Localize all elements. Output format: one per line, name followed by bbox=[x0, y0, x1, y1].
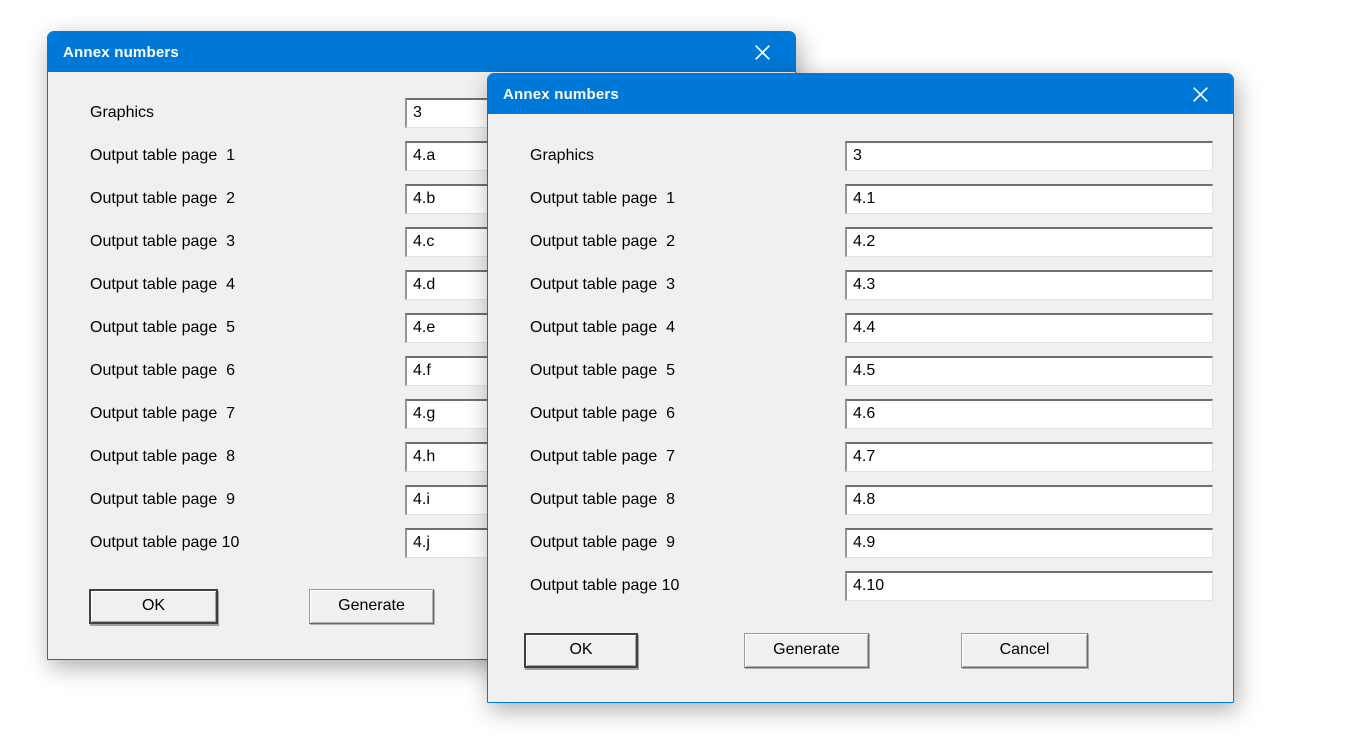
output-table-page-7-input[interactable] bbox=[845, 442, 1213, 472]
field-label: Output table page 1 bbox=[90, 147, 405, 165]
output-table-page-10-input[interactable] bbox=[845, 571, 1213, 601]
form-row: Output table page 6 bbox=[530, 399, 1233, 429]
form-row: Output table page 2 bbox=[530, 227, 1233, 257]
field-label: Output table page 9 bbox=[530, 534, 845, 552]
field-label: Output table page 6 bbox=[90, 362, 405, 380]
field-label: Output table page 2 bbox=[530, 233, 845, 251]
form-row: Output table page 8 bbox=[530, 485, 1233, 515]
close-icon bbox=[1192, 86, 1209, 103]
dialog-annex-numbers-front: Annex numbers Graphics Output table page… bbox=[487, 73, 1234, 703]
title-bar[interactable]: Annex numbers bbox=[48, 32, 795, 72]
output-table-page-1-input[interactable] bbox=[845, 184, 1213, 214]
field-label: Output table page 7 bbox=[530, 448, 845, 466]
field-label: Output table page 3 bbox=[90, 233, 405, 251]
field-label: Graphics bbox=[530, 147, 845, 165]
close-button[interactable] bbox=[745, 32, 779, 72]
ok-button[interactable]: OK bbox=[89, 589, 218, 624]
form-row: Output table page 10 bbox=[530, 571, 1233, 601]
output-table-page-2-input[interactable] bbox=[845, 227, 1213, 257]
ok-button[interactable]: OK bbox=[524, 633, 638, 668]
field-label: Output table page 10 bbox=[90, 534, 405, 552]
field-label: Output table page 7 bbox=[90, 405, 405, 423]
generate-button[interactable]: Generate bbox=[309, 589, 434, 624]
field-label: Output table page 5 bbox=[90, 319, 405, 337]
field-label: Output table page 4 bbox=[90, 276, 405, 294]
field-label: Output table page 10 bbox=[530, 577, 845, 595]
output-table-page-6-input[interactable] bbox=[845, 399, 1213, 429]
form-row: Output table page 7 bbox=[530, 442, 1233, 472]
field-label: Output table page 5 bbox=[530, 362, 845, 380]
output-table-page-9-input[interactable] bbox=[845, 528, 1213, 558]
output-table-page-4-input[interactable] bbox=[845, 313, 1213, 343]
dialog-body: Graphics Output table page 1 Output tabl… bbox=[488, 114, 1233, 668]
form-row: Graphics bbox=[530, 141, 1233, 171]
field-label: Output table page 8 bbox=[90, 448, 405, 466]
close-icon bbox=[754, 44, 771, 61]
form-row: Output table page 9 bbox=[530, 528, 1233, 558]
generate-button[interactable]: Generate bbox=[744, 633, 869, 668]
dialog-title: Annex numbers bbox=[48, 44, 179, 61]
cancel-button[interactable]: Cancel bbox=[961, 633, 1088, 668]
form-row: Output table page 4 bbox=[530, 313, 1233, 343]
form-row: Output table page 5 bbox=[530, 356, 1233, 386]
field-label: Output table page 4 bbox=[530, 319, 845, 337]
field-label: Output table page 3 bbox=[530, 276, 845, 294]
output-table-page-8-input[interactable] bbox=[845, 485, 1213, 515]
dialog-title: Annex numbers bbox=[488, 86, 619, 103]
field-label: Output table page 8 bbox=[530, 491, 845, 509]
graphics-input[interactable] bbox=[845, 141, 1213, 171]
button-row: OK Generate Cancel bbox=[488, 633, 1233, 668]
form-row: Output table page 1 bbox=[530, 184, 1233, 214]
title-bar[interactable]: Annex numbers bbox=[488, 74, 1233, 114]
field-label: Output table page 1 bbox=[530, 190, 845, 208]
output-table-page-3-input[interactable] bbox=[845, 270, 1213, 300]
close-button[interactable] bbox=[1183, 74, 1217, 114]
form-row: Output table page 3 bbox=[530, 270, 1233, 300]
field-label: Output table page 6 bbox=[530, 405, 845, 423]
output-table-page-5-input[interactable] bbox=[845, 356, 1213, 386]
field-label: Output table page 2 bbox=[90, 190, 405, 208]
field-label: Graphics bbox=[90, 104, 405, 122]
field-label: Output table page 9 bbox=[90, 491, 405, 509]
